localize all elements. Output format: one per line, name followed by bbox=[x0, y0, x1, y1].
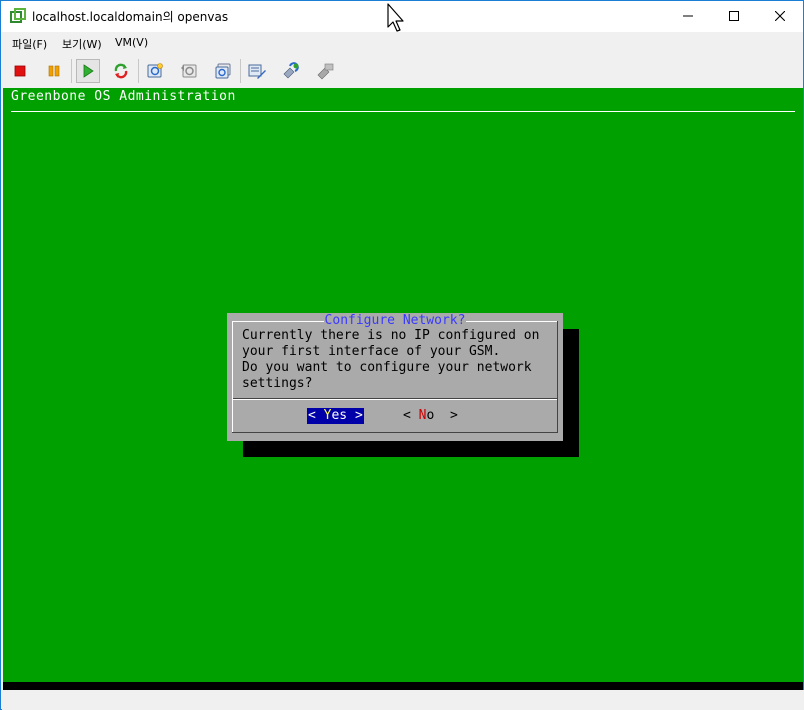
dialog-message-line: settings? bbox=[242, 376, 313, 391]
vm-console-screen[interactable]: Greenbone OS Administration Configure Ne… bbox=[3, 88, 803, 682]
stop-button[interactable] bbox=[8, 59, 32, 83]
vm-disabled-tool-icon bbox=[317, 63, 334, 80]
play-button[interactable] bbox=[76, 59, 100, 83]
vmware-app-icon bbox=[10, 8, 26, 23]
yes-button-left-bracket: < bbox=[308, 408, 324, 423]
menu-view[interactable]: 보기(W) bbox=[62, 36, 102, 52]
minimize-button[interactable] bbox=[665, 1, 711, 31]
dialog-message-line: Currently there is no IP configured on bbox=[242, 328, 540, 343]
console-header: Greenbone OS Administration bbox=[11, 89, 236, 104]
yes-button[interactable]: < Yes > bbox=[307, 408, 364, 424]
vm-console-window: localhost.localdomain의 openvas 파일(F) 보기(… bbox=[0, 0, 804, 710]
console-header-rule bbox=[11, 111, 795, 112]
snapshot-manager-icon bbox=[215, 63, 231, 79]
dialog-frame bbox=[232, 321, 233, 433]
maximize-icon bbox=[729, 11, 739, 21]
dialog-message-line: Do you want to configure your network bbox=[242, 360, 532, 375]
vm-settings-button[interactable] bbox=[245, 59, 269, 83]
menu-bar: 파일(F) 보기(W) VM(V) bbox=[1, 32, 803, 54]
stop-icon bbox=[14, 65, 26, 77]
dialog-message-line: your first interface of your GSM. bbox=[242, 344, 501, 359]
minimize-icon bbox=[683, 15, 693, 17]
menu-vm[interactable]: VM(V) bbox=[115, 36, 148, 49]
maximize-button[interactable] bbox=[711, 1, 757, 31]
reset-button[interactable] bbox=[109, 59, 133, 83]
dialog-title-text: Configure Network? bbox=[323, 313, 467, 328]
close-icon bbox=[775, 11, 785, 21]
vm-tools-icon bbox=[283, 62, 299, 79]
yes-button-right-bracket: > bbox=[347, 408, 363, 423]
yes-button-label: es bbox=[331, 408, 348, 423]
dialog-frame bbox=[232, 432, 558, 433]
configure-network-dialog: Configure Network? Currently there is no… bbox=[227, 313, 563, 441]
snapshot-revert-icon bbox=[181, 64, 197, 78]
toolbar bbox=[1, 54, 803, 87]
mouse-cursor-icon bbox=[387, 3, 404, 32]
reset-icon bbox=[114, 63, 128, 79]
dialog-separator bbox=[233, 399, 557, 400]
toolbar-separator bbox=[240, 59, 241, 83]
menu-file[interactable]: 파일(F) bbox=[12, 36, 47, 52]
close-button[interactable] bbox=[757, 1, 803, 31]
window-title: localhost.localdomain의 openvas bbox=[32, 10, 229, 24]
revert-snapshot-button[interactable] bbox=[177, 59, 201, 83]
vm-tools-button[interactable] bbox=[279, 59, 303, 83]
pause-button[interactable] bbox=[42, 59, 66, 83]
toolbar-separator bbox=[138, 59, 139, 83]
no-button-right-bracket: > bbox=[434, 408, 458, 423]
toolbar-separator bbox=[71, 59, 72, 83]
dialog-frame bbox=[557, 321, 558, 433]
snapshot-take-icon bbox=[147, 63, 163, 78]
pause-icon bbox=[48, 65, 60, 77]
console-status-strip bbox=[3, 682, 803, 690]
no-button[interactable]: < No > bbox=[403, 408, 458, 424]
vm-disabled-tool-button[interactable] bbox=[313, 59, 337, 83]
play-icon bbox=[83, 64, 94, 78]
take-snapshot-button[interactable] bbox=[143, 59, 167, 83]
vm-settings-icon bbox=[248, 64, 266, 79]
snapshot-manager-button[interactable] bbox=[211, 59, 235, 83]
dialog-title: Configure Network? bbox=[227, 313, 563, 328]
window-bottom-strip bbox=[2, 690, 804, 710]
no-button-left-bracket: < bbox=[403, 408, 419, 423]
